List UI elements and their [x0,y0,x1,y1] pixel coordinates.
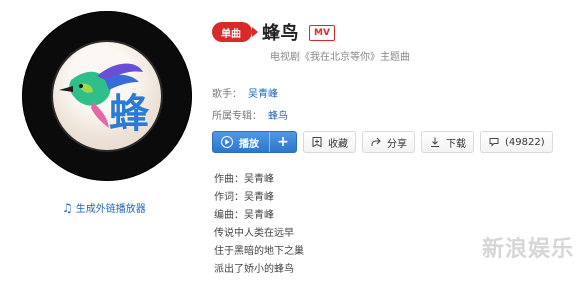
share-icon [370,136,382,148]
album-cover-text: 蜂 [109,91,149,137]
artist-row: 歌手： 吴青峰 [212,81,584,103]
album-disc: 蜂 [22,11,192,181]
action-bar: 播放 + 收藏 分享 下载 (49822) [212,131,584,153]
add-to-playlist-button[interactable]: + [269,132,296,152]
album-link[interactable]: 蜂鸟 [268,107,288,122]
share-label: 分享 [387,138,407,150]
comments-button[interactable]: (49822) [480,131,553,153]
song-meta: 歌手： 吴青峰 所属专辑： 蜂鸟 [212,81,584,125]
comment-icon [488,136,500,148]
song-subtitle: 电视剧《我在北京等你》主题曲 [270,52,410,63]
album-cover: 蜂 [53,42,161,150]
player-link-label: 生成外链播放器 [75,204,146,215]
album-label: 所属专辑： [212,110,262,122]
music-note-icon: ♫ [62,200,73,215]
download-button[interactable]: 下载 [421,131,474,153]
play-label: 播放 [239,138,259,150]
artist-label: 歌手： [212,88,242,100]
lyrics-line: 编曲：吴青峰 [214,210,274,221]
artist-link[interactable]: 吴青峰 [248,85,278,100]
download-label: 下载 [446,138,466,150]
comments-count: (49822) [505,136,545,148]
generate-external-player-link[interactable]: ♫ 生成外链播放器 [62,200,146,216]
song-info: 单曲 蜂鸟 MV 电视剧《我在北京等你》主题曲 歌手： 吴青峰 所属专辑： 蜂鸟 [212,18,584,153]
mv-badge[interactable]: MV [309,25,335,41]
lyrics: 作曲：吴青峰 作词：吴青峰 编曲：吴青峰 传说中人类在远早 住于黑暗的地下之巢 … [214,171,304,279]
lyrics-line: 作曲：吴青峰 [214,174,274,185]
lyrics-line: 传说中人类在远早 [214,228,294,239]
title-row: 单曲 蜂鸟 MV [212,18,584,46]
share-button[interactable]: 分享 [362,131,415,153]
play-circle-icon [221,136,233,148]
collect-button[interactable]: 收藏 [303,131,356,153]
lyrics-line: 作词：吴青峰 [214,192,274,203]
collect-label: 收藏 [328,138,348,150]
single-badge: 单曲 [212,22,258,42]
play-button-group: 播放 + [212,131,297,153]
download-icon [429,136,441,148]
song-title: 蜂鸟 [262,23,299,44]
watermark: 新浪娱乐 [481,236,574,262]
lyrics-line: 住于黑暗的地下之巢 [214,246,304,257]
album-row: 所属专辑： 蜂鸟 [212,103,584,125]
lyrics-line: 派出了娇小的蜂鸟 [214,264,294,275]
song-page: 蜂 ♫ 生成外链播放器 单曲 蜂鸟 MV 电视剧《我在北京等你》主题曲 歌手： … [0,0,584,281]
play-button[interactable]: 播放 [213,132,269,152]
bookmark-plus-icon [311,136,323,148]
